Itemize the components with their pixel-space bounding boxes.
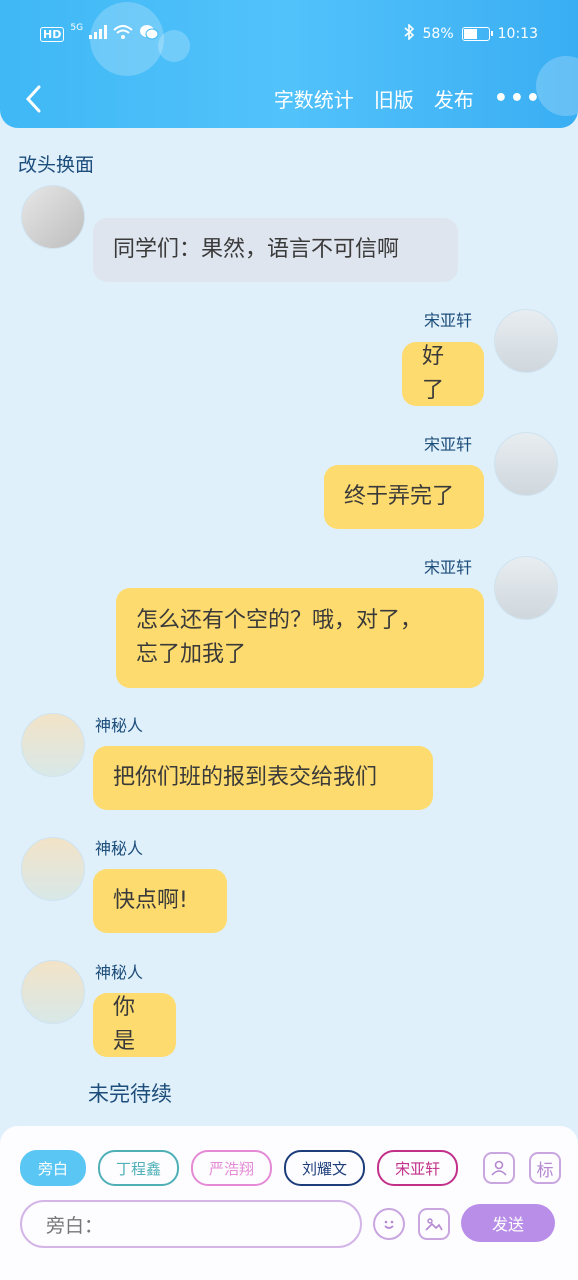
message-line: 忘了加我了 <box>136 642 247 667</box>
role-selector: 旁白 丁程鑫 严浩翔 刘耀文 宋亚轩 <box>20 1150 466 1188</box>
status-bar: HD 5G 58% 10:13 <box>0 22 578 48</box>
battery-fill <box>463 29 477 39</box>
speaker-name: 神秘人 <box>95 839 144 858</box>
chevron-left-icon[interactable] <box>18 82 48 116</box>
battery-icon <box>461 27 493 41</box>
role-chip[interactable]: 丁程鑫 <box>98 1150 180 1186</box>
boy-photo-avatar[interactable] <box>494 432 558 496</box>
hd-badge: HD <box>40 26 65 42</box>
top-nav: 字数统计 旧版 发布 ••• <box>0 82 578 116</box>
message-bubble[interactable]: 你是 <box>93 993 176 1057</box>
ghost-photo-avatar[interactable] <box>21 185 85 249</box>
message-bubble[interactable]: 快点啊! <box>93 869 227 933</box>
speaker-name: 神秘人 <box>95 963 144 982</box>
boy-photo-avatar[interactable] <box>494 556 558 620</box>
image-icon[interactable] <box>418 1208 450 1240</box>
message-line: 怎么还有个空的？哦，对了， <box>136 608 423 633</box>
clock: 10:13 <box>497 26 538 42</box>
cartoon-avatar[interactable] <box>21 837 85 901</box>
message-bubble[interactable]: 同学们：果然，语言不可信啊 <box>93 218 458 282</box>
boy-photo-avatar[interactable] <box>494 309 558 373</box>
role-chip[interactable]: 旁白 <box>20 1150 87 1186</box>
cartoon-avatar[interactable] <box>21 960 85 1024</box>
person-card-icon[interactable] <box>483 1152 515 1184</box>
signal-icon <box>89 25 108 43</box>
bluetooth-icon <box>403 23 415 44</box>
message-bubble[interactable]: 把你们班的报到表交给我们 <box>93 746 433 810</box>
speaker-name: 宋亚轩 <box>424 558 473 577</box>
signal-label: 5G <box>70 23 84 33</box>
app-header: HD 5G 58% 10:13 字数统计 旧版 发布 ••• <box>0 0 578 128</box>
role-chip[interactable]: 宋亚轩 <box>377 1150 459 1186</box>
role-chip[interactable]: 刘耀文 <box>284 1150 366 1186</box>
battery-percent: 58% <box>422 26 454 42</box>
wechat-icon <box>139 24 159 44</box>
send-button[interactable]: 发送 <box>461 1204 555 1242</box>
tag-button[interactable]: 标 <box>529 1152 561 1184</box>
message-input[interactable]: 旁白： <box>20 1200 362 1248</box>
cartoon-avatar[interactable] <box>21 713 85 777</box>
composer-panel: 旁白 丁程鑫 严浩翔 刘耀文 宋亚轩 标 旁白： 发送 <box>0 1126 578 1280</box>
role-chip[interactable]: 严浩翔 <box>191 1150 273 1186</box>
message-bubble[interactable]: 怎么还有个空的？哦，对了， 忘了加我了 <box>116 588 484 688</box>
message-bubble[interactable]: 终于弄完了 <box>324 465 484 529</box>
old-version-button[interactable]: 旧版 <box>374 84 414 113</box>
speaker-name: 宋亚轩 <box>424 311 473 330</box>
wifi-icon <box>113 25 133 43</box>
more-dots-icon[interactable]: ••• <box>494 86 542 111</box>
publish-button[interactable]: 发布 <box>434 84 474 113</box>
to-be-continued: 未完待续 <box>88 1082 172 1106</box>
emoji-icon[interactable] <box>373 1208 405 1240</box>
speaker-name: 神秘人 <box>95 716 144 735</box>
page-title: 改头换面 <box>18 154 95 176</box>
message-bubble[interactable]: 好了 <box>402 342 484 406</box>
word-count-button[interactable]: 字数统计 <box>274 84 354 113</box>
speaker-name: 宋亚轩 <box>424 435 473 454</box>
